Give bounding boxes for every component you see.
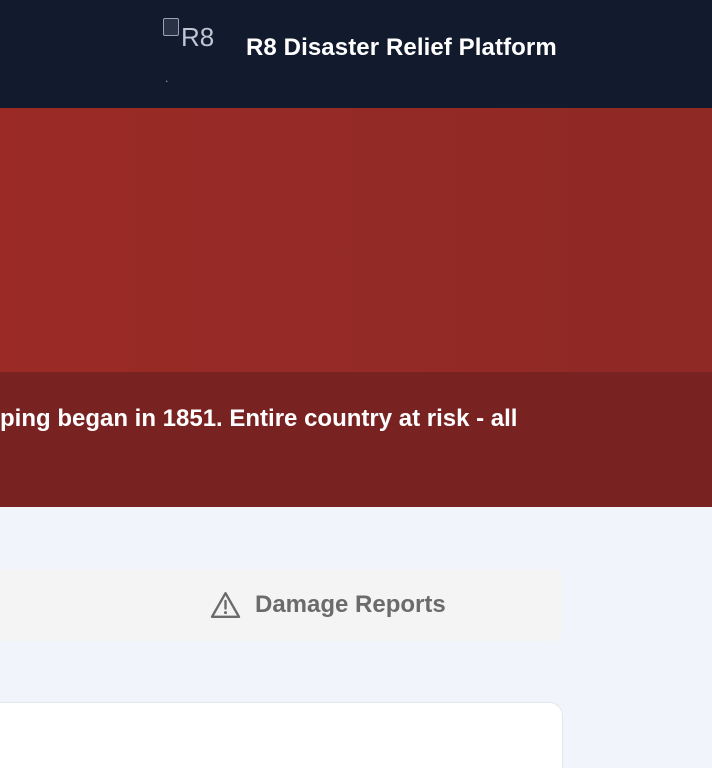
warning-triangle-icon — [210, 592, 241, 618]
page: R8 . R8 Disaster Relief Platform ping be… — [0, 0, 712, 768]
logo-alt-text: R8 — [181, 22, 215, 52]
tab-damage-reports-label: Damage Reports — [255, 591, 446, 618]
alert-message-container: ping began in 1851. Entire country at ri… — [0, 405, 560, 433]
alert-message-strip — [0, 372, 712, 507]
logo-image[interactable]: R8 . — [163, 18, 223, 84]
alert-message: ping began in 1851. Entire country at ri… — [0, 405, 518, 432]
alert-hero — [0, 108, 712, 372]
logo-dot: . — [165, 71, 169, 85]
top-header: R8 . R8 Disaster Relief Platform — [0, 0, 712, 108]
app-title[interactable]: R8 Disaster Relief Platform — [246, 34, 557, 62]
tab-damage-reports[interactable]: Damage Reports — [210, 569, 446, 641]
content-card — [0, 702, 563, 768]
tab-bar: Damage Reports — [0, 569, 562, 641]
broken-image-icon — [163, 18, 179, 36]
